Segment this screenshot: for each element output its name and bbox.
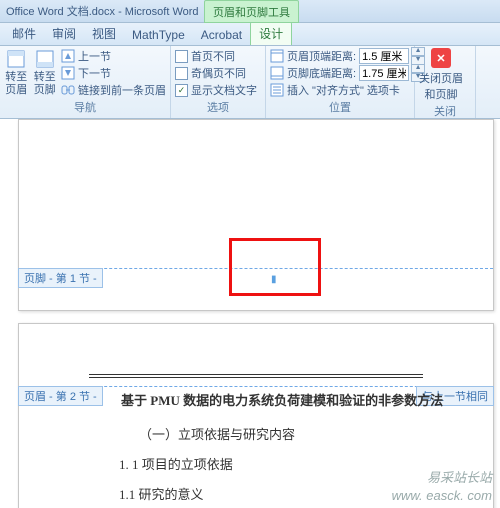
tab-acrobat[interactable]: Acrobat [193,25,250,45]
header-section-tag: 页眉 - 第 2 节 - [18,386,103,406]
highlight-box [229,238,321,296]
insert-align-tab-button[interactable]: 插入 "对齐方式" 选项卡 [270,82,425,98]
tab-review[interactable]: 审阅 [44,22,84,45]
prev-section-button[interactable]: 上一节 [61,48,166,64]
footer-distance-icon [270,66,284,80]
ribbon: 转至页眉 转至页脚 上一节 下一节 链接到前一条页眉 导航 首页不同 奇偶页不同… [0,46,500,119]
contextual-tab-label: 页眉和页脚工具 [204,0,299,23]
different-odd-even-checkbox[interactable]: 奇偶页不同 [175,65,257,81]
goto-footer-icon [35,49,55,69]
tab-mail[interactable]: 邮件 [4,22,44,45]
group-close: ✕ 关闭页眉 和页脚 关闭 [415,46,476,118]
link-previous-button[interactable]: 链接到前一条页眉 [61,82,166,98]
footer-cursor: ▮ [271,274,277,285]
checkbox-icon [175,50,188,63]
group-position: 页眉顶端距离: ▲▼ 页脚底端距离: ▲▼ 插入 "对齐方式" 选项卡 位置 [266,46,415,118]
close-icon: ✕ [431,48,451,68]
doc-sec1-1-1: 1.1 研究的意义 [119,484,204,503]
watermark: 易采站长站 www. easck. com [392,469,492,505]
tab-design[interactable]: 设计 [250,21,292,45]
goto-header-icon [6,49,26,69]
goto-header-button[interactable]: 转至页眉 [4,48,29,98]
tab-mathtype[interactable]: MathType [124,25,193,45]
align-tab-icon [270,83,284,97]
goto-footer-label: 转至页脚 [33,71,58,97]
ribbon-tabs: 邮件 审阅 视图 MathType Acrobat 设计 [0,23,500,46]
checkbox-checked-icon: ✓ [175,84,188,97]
link-icon [61,83,75,97]
group-options-label: 选项 [175,98,261,116]
header-rule [89,374,423,378]
group-close-label: 关闭 [419,102,471,120]
footer-section-tag: 页脚 - 第 1 节 - [18,268,103,288]
footer-distance-input[interactable] [359,65,409,81]
show-doc-text-checkbox[interactable]: ✓显示文档文字 [175,82,257,98]
different-first-page-checkbox[interactable]: 首页不同 [175,48,257,64]
prev-section-icon [61,49,75,63]
group-position-label: 位置 [270,98,410,116]
header-distance-row: 页眉顶端距离: ▲▼ [270,48,425,64]
window-title: Office Word 文档.docx - Microsoft Word [6,3,199,19]
doc-sec1: （一）立项依据与研究内容 [139,424,295,443]
checkbox-icon [175,67,188,80]
page-1: 页脚 - 第 1 节 - ▮ [18,119,494,311]
tab-view[interactable]: 视图 [84,22,124,45]
footer-distance-row: 页脚底端距离: ▲▼ [270,65,425,81]
close-header-footer-button[interactable]: ✕ 关闭页眉 和页脚 [419,48,463,102]
doc-title: 基于 PMU 数据的电力系统负荷建模和验证的非参数方法 [121,390,443,409]
group-options: 首页不同 奇偶页不同 ✓显示文档文字 选项 [171,46,266,118]
doc-sec1-1: 1. 1 项目的立项依据 [119,454,233,473]
group-nav: 转至页眉 转至页脚 上一节 下一节 链接到前一条页眉 导航 [0,46,171,118]
goto-footer-button[interactable]: 转至页脚 [33,48,58,98]
next-section-button[interactable]: 下一节 [61,65,166,81]
goto-header-label: 转至页眉 [4,71,29,97]
title-bar: Office Word 文档.docx - Microsoft Word 页眉和… [0,0,500,23]
header-distance-input[interactable] [359,48,409,64]
next-section-icon [61,66,75,80]
header-distance-icon [270,49,284,63]
group-nav-label: 导航 [4,98,166,116]
document-canvas[interactable]: 页脚 - 第 1 节 - ▮ 页眉 - 第 2 节 - 与上一节相同 基于 PM… [0,119,500,508]
